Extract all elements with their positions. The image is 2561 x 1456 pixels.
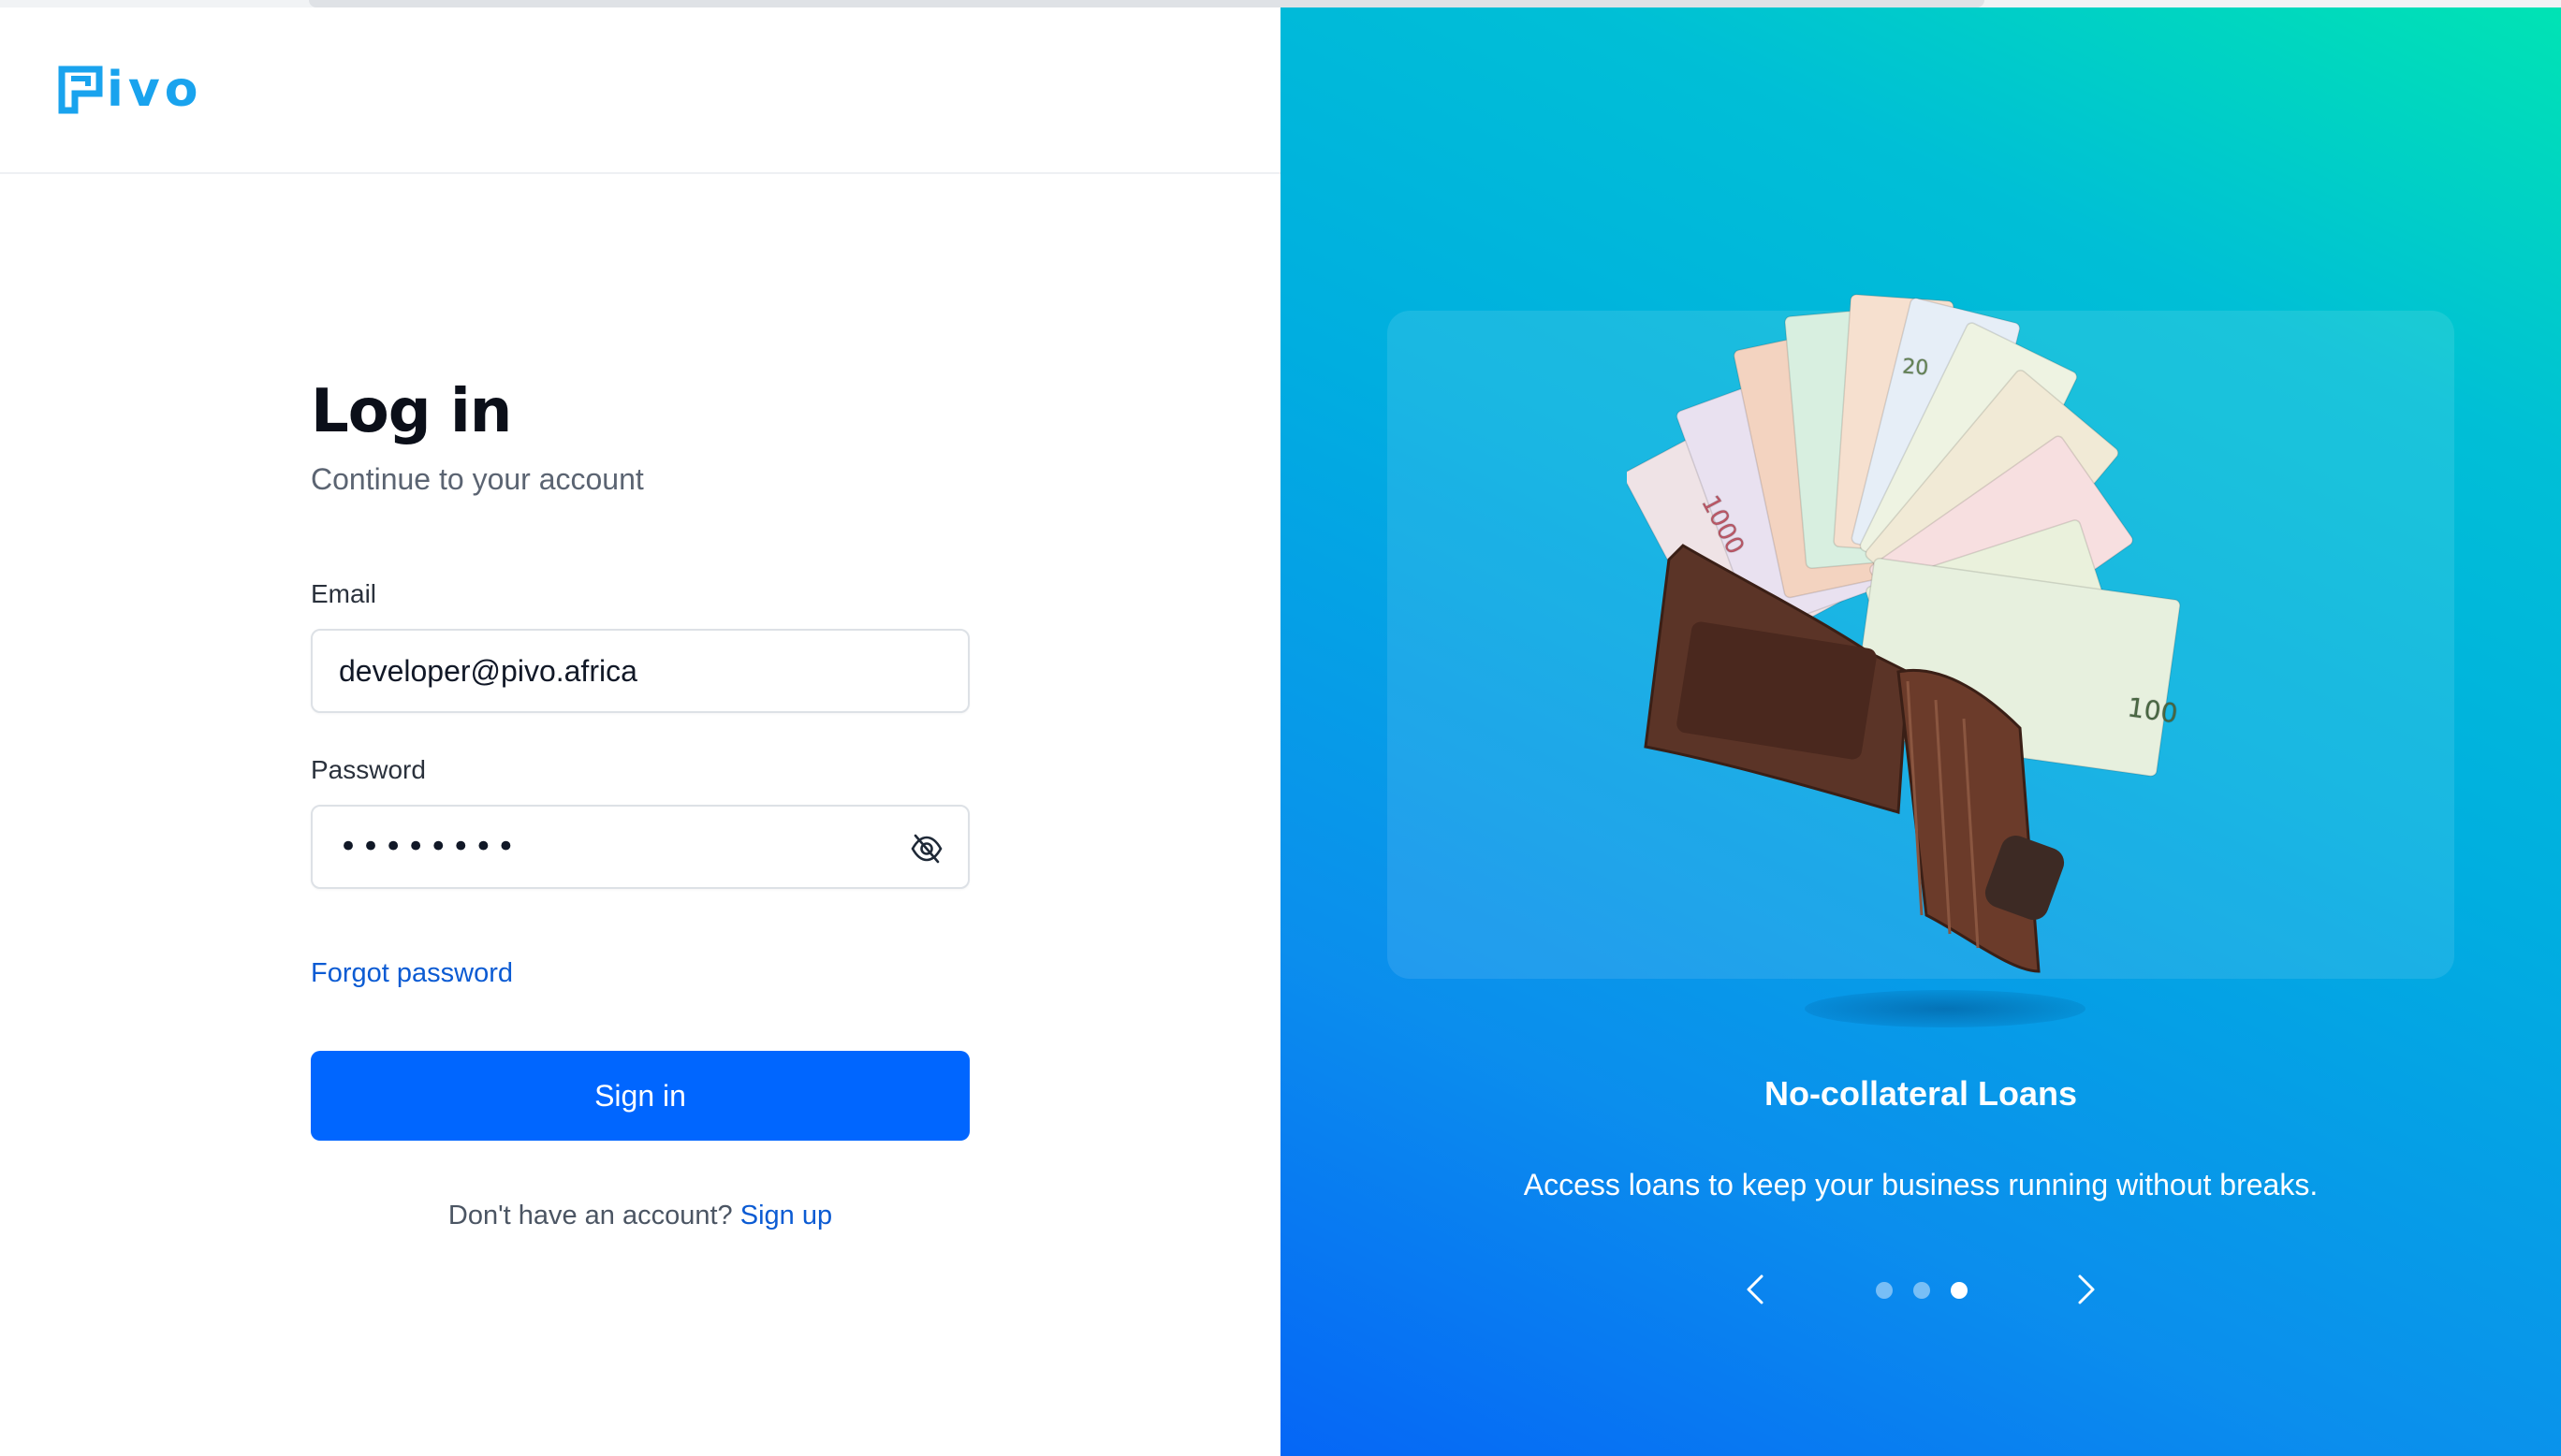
pivo-logo-mark-icon — [58, 66, 103, 114]
slide-description: Access loans to keep your business runni… — [1523, 1168, 2319, 1201]
email-label: Email — [311, 579, 377, 608]
carousel-dot-1[interactable] — [1876, 1282, 1893, 1299]
password-field[interactable]: •••••••• — [311, 805, 970, 889]
carousel-dot-2[interactable] — [1913, 1282, 1930, 1299]
header: ivo — [0, 7, 1280, 174]
svg-text:20: 20 — [1901, 356, 1929, 381]
chevron-left-icon[interactable] — [1737, 1271, 1775, 1308]
email-field[interactable]: developer@pivo.africa — [311, 629, 970, 713]
email-value: developer@pivo.africa — [339, 653, 637, 688]
login-form: Log in Continue to your account Email de… — [311, 374, 970, 1231]
carousel-dot-3-active[interactable] — [1951, 1282, 1968, 1299]
sign-in-button[interactable]: Sign in — [311, 1051, 970, 1141]
page-title: Log in — [311, 377, 512, 446]
browser-top-strip — [0, 0, 2561, 7]
browser-scroll-indicator — [309, 0, 1984, 7]
sign-up-link[interactable]: Sign up — [740, 1201, 832, 1230]
slide-title: No-collateral Loans — [1763, 1074, 2078, 1113]
login-panel: ivo Log in Continue to your account Emai… — [0, 7, 1280, 1456]
chevron-right-icon[interactable] — [2067, 1271, 2104, 1308]
wallet-with-banknotes-illustration: 20 1000 100 — [1627, 294, 2181, 973]
signup-row: Don't have an account? Sign up — [311, 1201, 970, 1231]
signup-prompt: Don't have an account? — [447, 1201, 733, 1230]
carousel-dots — [1876, 1282, 1968, 1299]
password-label: Password — [311, 755, 426, 784]
pivo-logo[interactable]: ivo — [58, 66, 202, 114]
carousel-controls — [1280, 1271, 2561, 1308]
promo-panel: 20 1000 100 No-collateral Loans Access l… — [1280, 7, 2561, 1456]
page-subtitle: Continue to your account — [311, 462, 644, 496]
illustration-shadow — [1805, 990, 2085, 1027]
logo-wordmark: ivo — [107, 62, 203, 118]
forgot-password-link[interactable]: Forgot password — [311, 958, 513, 989]
eye-off-icon[interactable] — [910, 833, 944, 865]
password-value: •••••••• — [339, 828, 520, 866]
